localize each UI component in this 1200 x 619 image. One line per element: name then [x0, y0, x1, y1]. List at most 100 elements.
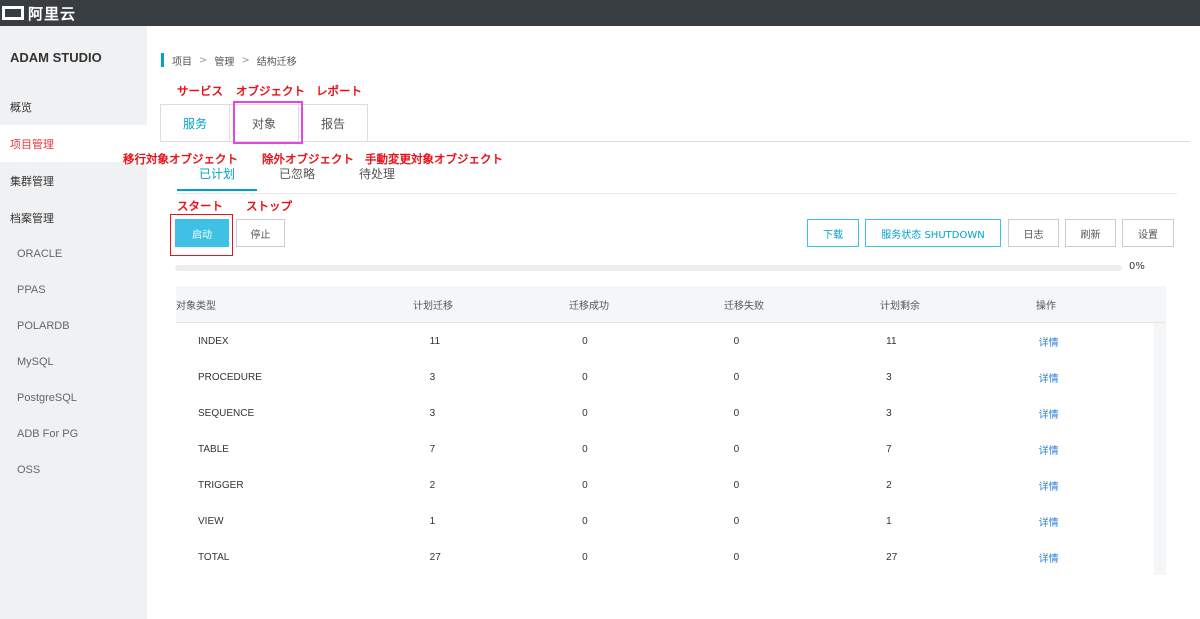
cell-remaining: 3	[886, 371, 892, 383]
sidebar-item-postgresql[interactable]: PostgreSQL	[0, 380, 147, 416]
tab-report[interactable]: 报告	[298, 104, 368, 142]
header-planned: 计划迁移	[413, 300, 453, 312]
log-button[interactable]: 日志	[1008, 219, 1059, 247]
details-link[interactable]: 详情	[1039, 334, 1154, 349]
main-content: 项目 > 管理 > 结构迁移 サービス オブジェクト レポート 服务 对象 报告…	[123, 26, 1200, 619]
annotation-start: スタート	[177, 199, 223, 213]
details-link[interactable]: 详情	[1039, 550, 1154, 565]
cell-remaining: 2	[886, 479, 892, 491]
cell-planned: 1	[429, 515, 436, 527]
table-row: VIEW 1 0 0 1 详情	[176, 503, 1154, 539]
cell-succeeded: 0	[582, 515, 588, 527]
table-row: PROCEDURE 3 0 0 3 详情	[176, 359, 1154, 395]
sidebar-item-cluster-management[interactable]: 集群管理	[0, 162, 147, 199]
details-link[interactable]: 详情	[1039, 406, 1154, 421]
top-bar: 阿里云	[0, 0, 1200, 26]
sidebar: ADAM STUDIO 概览 项目管理 集群管理 档案管理 ORACLE PPA…	[0, 26, 147, 619]
studio-title: ADAM STUDIO	[10, 49, 102, 65]
cell-object-type: TOTAL	[198, 551, 230, 563]
cell-object-type: TRIGGER	[198, 479, 244, 491]
table-row: TABLE 7 0 0 7 详情	[176, 431, 1154, 467]
cell-failed: 0	[733, 479, 740, 491]
subtab-pending[interactable]: 待处理	[337, 165, 417, 191]
cell-object-type: SEQUENCE	[198, 407, 255, 419]
download-button[interactable]: 下载	[807, 219, 859, 247]
aliyun-logo-icon[interactable]	[2, 6, 24, 20]
sub-tabs: 已计划 已忽略 待处理	[177, 165, 417, 191]
sidebar-item-oss[interactable]: OSS	[0, 452, 147, 488]
cell-remaining: 1	[886, 515, 892, 527]
details-link[interactable]: 详情	[1039, 514, 1154, 529]
header-failed: 迁移失败	[724, 300, 764, 312]
cell-succeeded: 0	[582, 479, 588, 491]
breadcrumb-item-structure-migration: 结构迁移	[256, 56, 297, 68]
annotation-stop: ストップ	[246, 199, 292, 213]
table-header: 对象类型 计划迁移 迁移成功 迁移失败 计划剩余 操作	[176, 286, 1166, 323]
table-row: SEQUENCE 3 0 0 3 详情	[176, 395, 1154, 431]
subtabs-divider	[177, 193, 1177, 194]
start-button-highlight	[170, 214, 233, 256]
cell-object-type: PROCEDURE	[198, 371, 262, 383]
subtab-planned[interactable]: 已计划	[177, 165, 257, 191]
refresh-button[interactable]: 刷新	[1065, 219, 1116, 247]
breadcrumb-item-project[interactable]: 项目	[172, 53, 192, 68]
cell-succeeded: 0	[582, 443, 588, 455]
table-row: TRIGGER 2 0 0 2 详情	[176, 467, 1154, 503]
header-succeeded: 迁移成功	[569, 300, 609, 312]
cell-succeeded: 0	[582, 407, 588, 419]
cell-remaining: 11	[886, 335, 897, 347]
cell-remaining: 27	[886, 551, 898, 563]
cell-planned: 27	[429, 551, 441, 563]
cell-failed: 0	[733, 515, 740, 527]
breadcrumb: 项目 > 管理 > 结构迁移	[161, 53, 297, 68]
cell-planned: 3	[429, 371, 436, 383]
cell-succeeded: 0	[582, 335, 588, 347]
details-link[interactable]: 详情	[1039, 478, 1154, 493]
annotation-object: オブジェクト	[236, 84, 305, 98]
cell-planned: 3	[429, 407, 436, 419]
table-row: TOTAL 27 0 0 27 详情	[176, 539, 1154, 575]
header-object-type: 对象类型	[176, 300, 216, 312]
tab-service[interactable]: 服务	[160, 104, 230, 142]
object-tab-highlight	[233, 101, 303, 144]
details-link[interactable]: 详情	[1039, 370, 1154, 385]
stop-button[interactable]: 停止	[236, 219, 285, 247]
sidebar-item-overview[interactable]: 概览	[0, 88, 147, 125]
cell-remaining: 3	[886, 407, 892, 419]
breadcrumb-separator: >	[199, 54, 208, 66]
annotation-service: サービス	[177, 84, 223, 98]
migration-progress-bar	[175, 265, 1122, 271]
settings-button[interactable]: 设置	[1122, 219, 1174, 247]
cell-failed: 0	[733, 335, 740, 347]
breadcrumb-marker	[161, 53, 164, 67]
header-actions: 操作	[1036, 300, 1056, 312]
breadcrumb-item-management[interactable]: 管理	[214, 53, 234, 68]
header-remaining: 计划剩余	[880, 300, 920, 312]
cell-planned: 7	[429, 443, 436, 455]
object-table: 对象类型 计划迁移 迁移成功 迁移失败 计划剩余 操作 INDEX 11 0 0…	[176, 286, 1166, 575]
service-status-button[interactable]: 服务状态 SHUTDOWN	[865, 219, 1001, 247]
table-row: INDEX 11 0 0 11 详情	[176, 323, 1154, 359]
cell-planned: 2	[429, 479, 436, 491]
brand-logo-text[interactable]: 阿里云	[28, 3, 76, 24]
annotation-report: レポート	[316, 84, 362, 98]
progress-percent: 0%	[1129, 261, 1145, 272]
cell-planned: 11	[429, 335, 441, 347]
cell-failed: 0	[733, 371, 740, 383]
tabs-divider	[160, 141, 1190, 142]
sidebar-item-oracle[interactable]: ORACLE	[0, 236, 147, 272]
cell-failed: 0	[733, 443, 740, 455]
sidebar-item-ppas[interactable]: PPAS	[0, 272, 147, 308]
sidebar-item-polardb[interactable]: POLARDB	[0, 308, 147, 344]
subtab-ignored[interactable]: 已忽略	[257, 165, 337, 191]
cell-failed: 0	[733, 407, 740, 419]
cell-succeeded: 0	[582, 551, 588, 563]
details-link[interactable]: 详情	[1039, 442, 1154, 457]
sidebar-item-profile-management[interactable]: 档案管理	[0, 199, 147, 236]
cell-failed: 0	[733, 551, 740, 563]
sidebar-item-adb-for-pg[interactable]: ADB For PG	[0, 416, 147, 452]
cell-object-type: INDEX	[198, 335, 229, 347]
sidebar-item-mysql[interactable]: MySQL	[0, 344, 147, 380]
cell-remaining: 7	[886, 443, 892, 455]
cell-succeeded: 0	[582, 371, 588, 383]
